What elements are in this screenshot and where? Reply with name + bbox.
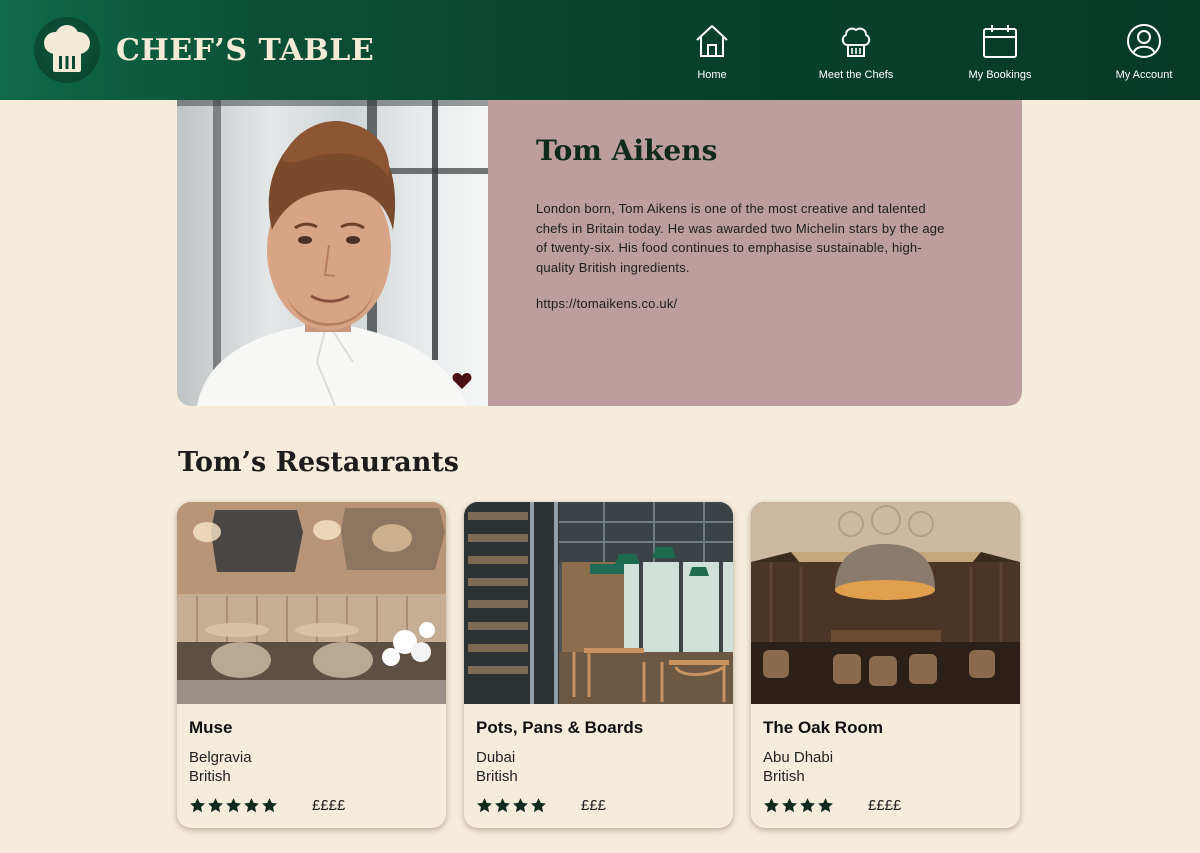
star-icon — [495, 797, 510, 812]
nav-label-home: Home — [697, 69, 727, 81]
nav-label-my-account: My Account — [1115, 69, 1173, 81]
user-circle-icon — [1127, 24, 1161, 58]
nav-item-my-bookings[interactable]: My Bookings — [928, 0, 1072, 100]
chef-photo — [177, 100, 488, 406]
restaurant-image — [751, 502, 1020, 704]
restaurant-image — [177, 502, 446, 704]
chef-profile: Tom Aikens London born, Tom Aikens is on… — [177, 100, 1022, 406]
nav-item-my-account[interactable]: My Account — [1072, 0, 1200, 100]
brand[interactable]: CHEF’S TABLE — [34, 17, 374, 83]
star-icon — [244, 797, 259, 812]
chef-bio: London born, Tom Aikens is one of the mo… — [536, 201, 945, 275]
star-icon — [531, 797, 546, 812]
calendar-icon — [983, 25, 1017, 58]
restaurant-name: Muse — [189, 718, 233, 737]
price-level: ££££ — [312, 796, 346, 814]
star-icon — [764, 797, 779, 812]
star-icon — [190, 797, 205, 812]
star-icon — [782, 797, 797, 812]
heart-icon[interactable] — [452, 372, 472, 390]
restaurant-location: Abu Dhabi — [763, 749, 834, 766]
star-icon — [477, 797, 492, 812]
price-level: £££ — [581, 796, 607, 814]
nav-item-home[interactable]: Home — [640, 0, 784, 100]
brand-title: CHEF’S TABLE — [116, 32, 375, 68]
chef-hat-icon — [841, 27, 871, 57]
restaurant-card-the-oak-room[interactable]: The Oak Room Abu Dhabi British ££££ — [751, 502, 1020, 828]
star-icon — [226, 797, 241, 812]
chef-bio-panel: Tom Aikens London born, Tom Aikens is on… — [488, 100, 1022, 406]
restaurant-location: Belgravia — [189, 749, 252, 766]
chef-name: Tom Aikens — [536, 134, 718, 167]
restaurant-card-muse[interactable]: Muse Belgravia British ££££ — [177, 502, 446, 828]
restaurant-name: The Oak Room — [763, 718, 883, 737]
chef-website-link[interactable]: https://tomaikens.co.uk/ — [536, 296, 974, 311]
restaurant-location: Dubai — [476, 749, 516, 766]
nav-label-meet-the-chefs: Meet the Chefs — [818, 69, 894, 81]
star-rating — [476, 797, 547, 814]
price-level: ££££ — [868, 796, 902, 814]
nav-label-my-bookings: My Bookings — [968, 69, 1032, 81]
restaurant-cards: Muse Belgravia British ££££ Pots, Pans &… — [177, 502, 1020, 828]
main-nav: Home Meet the Chefs My Bookings My Accou… — [640, 0, 1200, 100]
star-icon — [208, 797, 223, 812]
restaurant-name: Pots, Pans & Boards — [476, 718, 644, 737]
chef-hat-icon — [34, 17, 100, 83]
star-icon — [513, 797, 528, 812]
restaurant-cuisine: British — [763, 768, 805, 785]
star-icon — [800, 797, 815, 812]
restaurant-card-pots-pans-boards[interactable]: Pots, Pans & Boards Dubai British £££ — [464, 502, 733, 828]
restaurants-section-title: Tom’s Restaurants — [178, 447, 460, 478]
star-rating — [189, 797, 278, 814]
nav-item-meet-the-chefs[interactable]: Meet the Chefs — [784, 0, 928, 100]
home-icon — [696, 25, 728, 57]
restaurant-image — [464, 502, 733, 704]
restaurant-cuisine: British — [476, 768, 518, 785]
top-header: CHEF’S TABLE Home Meet the Chefs My Book… — [0, 0, 1200, 100]
star-rating — [763, 797, 834, 814]
restaurant-cuisine: British — [189, 768, 231, 785]
star-icon — [262, 797, 277, 812]
star-icon — [818, 797, 833, 812]
